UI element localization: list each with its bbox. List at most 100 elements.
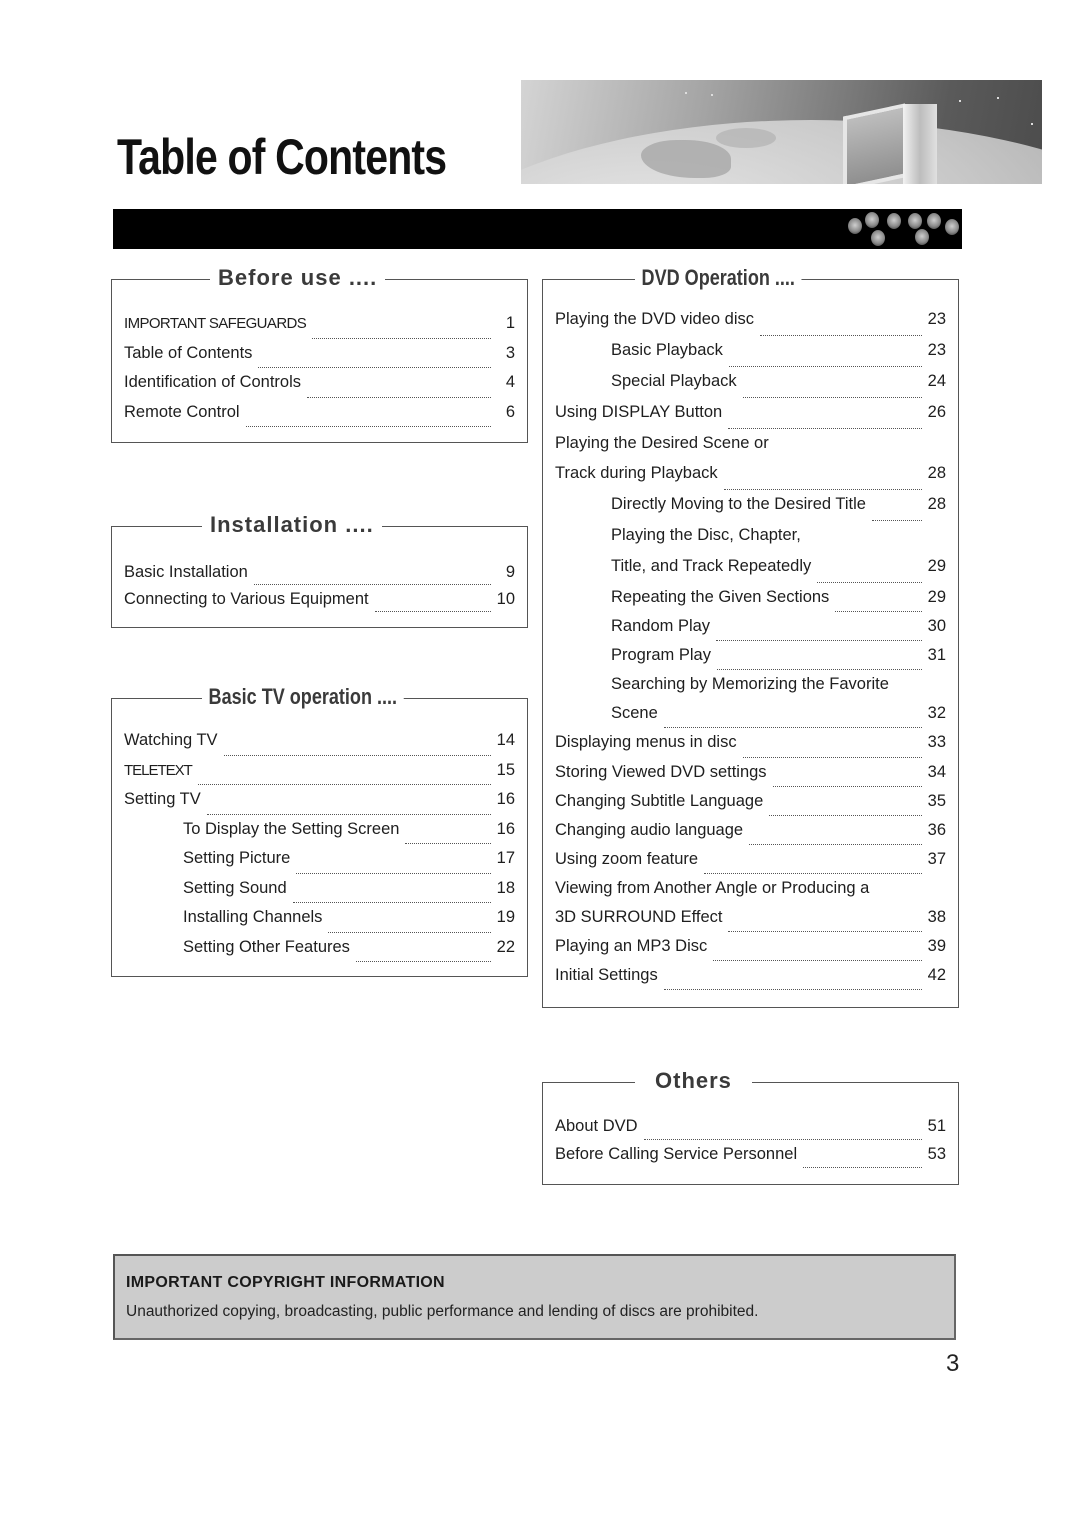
- dot-leader: [769, 814, 922, 816]
- toc-entry[interactable]: Viewing from Another Angle or Producing …: [555, 879, 946, 908]
- toc-entry[interactable]: TELETEXT 15: [124, 761, 515, 791]
- tv-side-graphic: [903, 104, 937, 184]
- entry-label: Setting TV: [124, 790, 201, 808]
- dot-leader: [643, 1139, 922, 1140]
- toc-entry[interactable]: Setting Picture 17: [124, 849, 515, 879]
- toc-entry[interactable]: Repeating the Given Sections 29: [555, 588, 946, 617]
- toc-entry[interactable]: Setting Sound 18: [124, 879, 515, 909]
- entry-page: 14: [496, 731, 515, 749]
- dot-leader: [760, 334, 922, 336]
- entry-label: Basic Installation: [124, 563, 248, 581]
- toc-entry[interactable]: Title, and Track Repeatedly 29: [555, 557, 946, 588]
- star-icon: [711, 94, 713, 96]
- toc-entry[interactable]: Identification of Controls 4: [124, 373, 515, 403]
- dot-leader: [206, 813, 491, 815]
- entry-page: 36: [927, 820, 946, 839]
- entry-label: Installing Channels: [183, 908, 323, 926]
- entry-label: Directly Moving to the Desired Title: [611, 495, 866, 514]
- decorative-dot-icon: [871, 230, 885, 246]
- dot-leader: [355, 961, 491, 962]
- toc-entry[interactable]: Watching TV 14: [124, 731, 515, 761]
- header-bar: [113, 209, 962, 249]
- toc-entry[interactable]: Track during Playback 28: [555, 464, 946, 495]
- decorative-dot-icon: [848, 218, 862, 234]
- decorative-dot-icon: [908, 213, 922, 229]
- toc-entry[interactable]: Basic Playback 23: [555, 341, 946, 372]
- entry-page: 6: [505, 402, 515, 421]
- toc-entry[interactable]: Playing the Desired Scene or: [555, 434, 946, 465]
- dot-leader: [742, 756, 922, 758]
- dot-leader: [723, 489, 922, 491]
- section-title: Others: [635, 1069, 752, 1093]
- star-icon: [997, 97, 999, 99]
- entry-label: Track during Playback: [555, 464, 718, 483]
- entry-page: 26: [927, 402, 946, 421]
- toc-entry[interactable]: Installing Channels 19: [124, 908, 515, 938]
- toc-entry[interactable]: Playing an MP3 Disc 39: [555, 937, 946, 966]
- section-title: Basic TV operation ....: [202, 685, 404, 709]
- toc-entry[interactable]: Remote Control 6: [124, 403, 515, 433]
- toc-entry[interactable]: Table of Contents 3: [124, 344, 515, 374]
- entry-page: 37: [927, 849, 946, 868]
- star-icon: [685, 92, 687, 94]
- toc-entry[interactable]: Using zoom feature 37: [555, 850, 946, 879]
- dot-leader: [835, 611, 922, 613]
- toc-entry[interactable]: Playing the Disc, Chapter,: [555, 526, 946, 557]
- section-title: Before use ....: [210, 266, 386, 290]
- toc-entry[interactable]: Changing Subtitle Language 35: [555, 792, 946, 821]
- entry-label: Before Calling Service Personnel: [555, 1145, 798, 1163]
- entry-label: Initial Settings: [555, 966, 658, 985]
- toc-entry[interactable]: Changing audio language 36: [555, 821, 946, 850]
- section-basic-tv-operation: Basic TV operation .... Watching TV 14 TE…: [111, 685, 528, 977]
- toc-entry[interactable]: Displaying menus in disc 33: [555, 733, 946, 762]
- dot-leader: [223, 754, 491, 756]
- toc-entry[interactable]: IMPORTANT SAFEGUARDS 1: [124, 314, 515, 344]
- entry-label: Setting Other Features: [183, 937, 350, 956]
- toc-entry[interactable]: Special Playback 24: [555, 372, 946, 403]
- toc-entry[interactable]: Setting TV 16: [124, 790, 515, 820]
- dot-leader: [742, 396, 922, 398]
- toc-entry[interactable]: Scene 32: [555, 704, 946, 733]
- entry-page: 32: [927, 704, 946, 723]
- toc-entry[interactable]: Playing the DVD video disc 23: [555, 310, 946, 341]
- toc-entry[interactable]: To Display the Setting Screen 16: [124, 820, 515, 850]
- entry-page: 42: [927, 966, 946, 985]
- toc-entry[interactable]: Directly Moving to the Desired Title 28: [555, 495, 946, 526]
- globe-tv-banner-image: [521, 80, 1042, 184]
- toc-entry[interactable]: Before Calling Service Personnel 53: [555, 1145, 946, 1173]
- toc-entry[interactable]: Random Play 30: [555, 617, 946, 646]
- toc-entry[interactable]: About DVD 51: [555, 1117, 946, 1145]
- toc-entry[interactable]: Connecting to Various Equipment 10: [124, 590, 515, 617]
- section-before-use: Before use .... IMPORTANT SAFEGUARDS 1 Ta…: [111, 266, 528, 443]
- dot-leader: [663, 989, 922, 991]
- entry-page: 23: [927, 340, 946, 359]
- entry-label: Changing audio language: [555, 820, 744, 839]
- entry-label: Viewing from Another Angle or Producing …: [555, 878, 870, 897]
- toc-entry[interactable]: Program Play 31: [555, 646, 946, 675]
- entry-page: 23: [927, 310, 946, 328]
- entry-label: To Display the Setting Screen: [183, 819, 400, 838]
- entry-page: 24: [927, 371, 946, 390]
- dot-leader: [328, 931, 491, 933]
- toc-list: Basic Installation 9 Connecting to Variou…: [124, 563, 515, 617]
- toc-entry[interactable]: Using DISPLAY Button 26: [555, 403, 946, 434]
- dot-leader: [374, 611, 491, 612]
- dot-leader: [197, 784, 491, 785]
- toc-entry[interactable]: Storing Viewed DVD settings 34: [555, 763, 946, 792]
- entry-label: Connecting to Various Equipment: [124, 590, 369, 608]
- tv-graphic: [843, 92, 937, 184]
- toc-entry[interactable]: Setting Other Features 22: [124, 938, 515, 968]
- toc-list: Playing the DVD video disc 23 Basic Playba…: [555, 310, 946, 995]
- toc-list: About DVD 51 Before Calling Service Perso…: [555, 1117, 946, 1173]
- entry-label: Remote Control: [124, 402, 240, 421]
- toc-entry[interactable]: 3D SURROUND Effect 38: [555, 908, 946, 937]
- globe-graphic: [521, 120, 1042, 184]
- toc-entry[interactable]: Basic Installation 9: [124, 563, 515, 590]
- entry-label: 3D SURROUND Effect: [555, 908, 723, 927]
- toc-entry[interactable]: Searching by Memorizing the Favorite: [555, 675, 946, 704]
- decorative-dot-icon: [945, 219, 959, 235]
- toc-entry[interactable]: Initial Settings 42: [555, 966, 946, 995]
- copyright-text: Unauthorized copying, broadcasting, publ…: [126, 1303, 759, 1320]
- entry-page: 16: [496, 819, 515, 838]
- entry-label: Table of Contents: [124, 343, 253, 362]
